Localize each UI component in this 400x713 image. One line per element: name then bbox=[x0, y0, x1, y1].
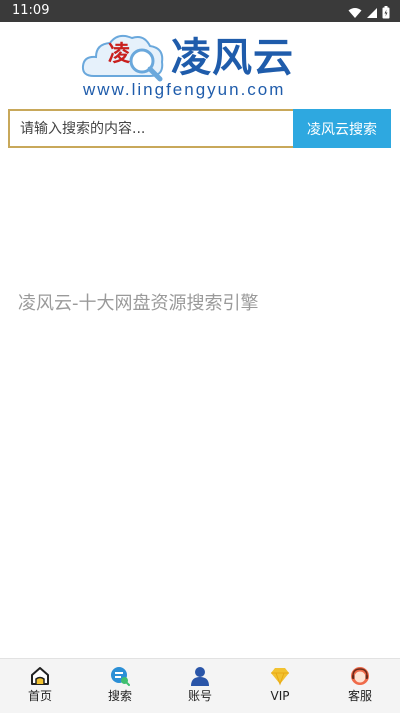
logo: 凌 凌风云 www.lingfengyun.com bbox=[80, 28, 330, 104]
signal-icon bbox=[366, 4, 378, 23]
battery-icon bbox=[382, 4, 390, 23]
tagline: 凌风云-十大网盘资源搜索引擎 bbox=[18, 293, 259, 314]
cloud-search-icon: 凌 bbox=[80, 28, 170, 86]
bottom-nav: 首页 搜索 账号 VIP 客服 bbox=[0, 658, 400, 713]
nav-label-search: 搜索 bbox=[107, 689, 132, 703]
search-icon bbox=[110, 666, 130, 686]
nav-label-vip: VIP bbox=[270, 689, 290, 703]
wifi-icon bbox=[348, 4, 362, 23]
status-time: 11:09 bbox=[12, 3, 50, 18]
nav-item-search[interactable]: 搜索 bbox=[80, 659, 160, 713]
support-icon bbox=[350, 666, 370, 686]
nav-item-vip[interactable]: VIP bbox=[240, 659, 320, 713]
nav-item-support[interactable]: 客服 bbox=[320, 659, 400, 713]
search-bar: 凌风云搜索 bbox=[8, 109, 391, 148]
nav-item-account[interactable]: 账号 bbox=[160, 659, 240, 713]
user-icon bbox=[190, 666, 210, 686]
status-icons bbox=[348, 4, 390, 23]
search-button[interactable]: 凌风云搜索 bbox=[293, 109, 391, 148]
nav-label-account: 账号 bbox=[187, 689, 212, 703]
logo-badge-char: 凌 bbox=[108, 41, 131, 67]
home-icon bbox=[30, 666, 50, 686]
nav-item-home[interactable]: 首页 bbox=[0, 659, 80, 713]
logo-title: 凌风云 bbox=[171, 35, 294, 81]
nav-label-home: 首页 bbox=[27, 689, 52, 703]
nav-label-support: 客服 bbox=[347, 689, 372, 703]
logo-url: www.lingfengyun.com bbox=[83, 80, 286, 99]
status-bar: 11:09 bbox=[0, 0, 400, 22]
diamond-icon bbox=[270, 666, 290, 686]
search-input[interactable] bbox=[8, 109, 293, 148]
